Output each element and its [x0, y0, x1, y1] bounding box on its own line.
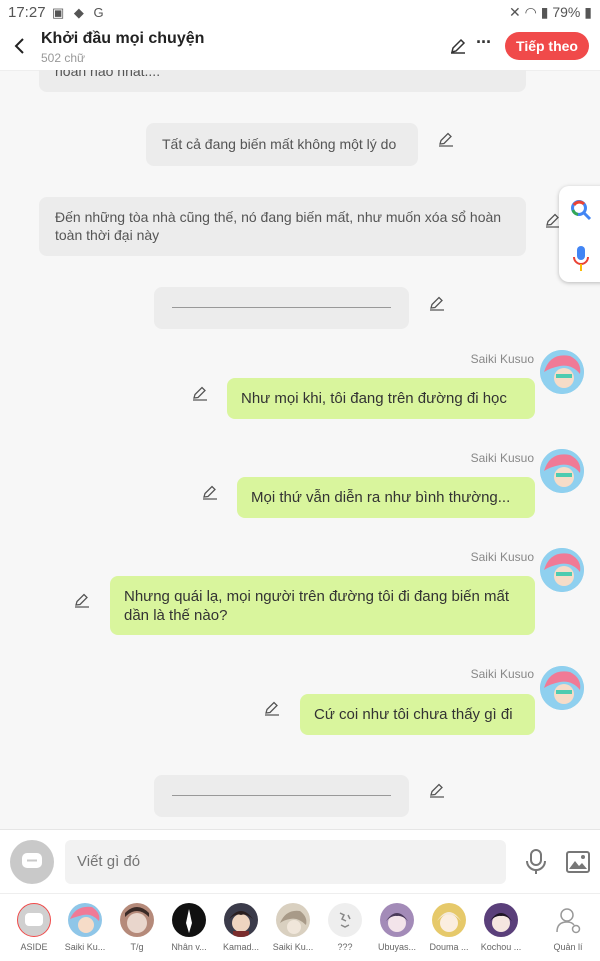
more-icon[interactable]: ···	[476, 32, 492, 53]
status-bar: 17:27 ▣ ◆ G ✕ ◠ ▮ 79% ▮	[0, 0, 600, 26]
floating-search-panel	[559, 186, 600, 282]
character-label: Kochou ...	[480, 942, 522, 952]
character-item-aside[interactable]: ASIDE	[10, 894, 58, 961]
character-avatar	[328, 903, 362, 937]
narration-bubble[interactable]: Tất cả đang biến mất không một lý do	[146, 123, 418, 166]
avatar[interactable]	[540, 548, 584, 592]
divider-bubble[interactable]	[154, 287, 409, 329]
character-avatar	[380, 903, 414, 937]
voice-search-icon[interactable]	[573, 246, 589, 272]
aside-avatar	[17, 903, 51, 937]
character-avatar	[276, 903, 310, 937]
character-avatar	[432, 903, 466, 937]
character-item-manage[interactable]: Quản lí	[544, 894, 592, 961]
google-search-icon[interactable]	[569, 198, 593, 222]
character-label: Kamad...	[222, 942, 260, 952]
image-gallery-icon[interactable]	[566, 851, 590, 873]
chat-area[interactable]: hoàn hảo nhất.... Tất cả đang biến mất k…	[0, 70, 600, 828]
character-label: Saiki Ku...	[272, 942, 314, 952]
narration-bubble[interactable]: hoàn hảo nhất....	[39, 70, 526, 92]
next-button[interactable]: Tiếp theo	[505, 32, 589, 60]
edit-icon[interactable]	[201, 483, 219, 501]
speaker-name: Saiki Kusuo	[470, 550, 534, 564]
avatar[interactable]	[540, 350, 584, 394]
wifi-icon: ◠	[524, 4, 537, 20]
edit-icon[interactable]	[428, 781, 446, 799]
narration-bubble[interactable]: Đến những tòa nhà cũng thế, nó đang biến…	[39, 197, 526, 256]
character-label: Douma ...	[429, 942, 469, 952]
dialogue-bubble[interactable]: Cứ coi như tôi chưa thấy gì đi	[300, 694, 535, 735]
character-item[interactable]: Saiki Ku...	[269, 894, 317, 961]
composer-bar	[0, 829, 600, 894]
edit-icon[interactable]	[448, 36, 468, 56]
status-notification-icons: ▣ ◆ G	[52, 5, 107, 20]
edit-icon[interactable]	[263, 699, 281, 717]
character-item[interactable]: Kamad...	[217, 894, 265, 961]
chat-bubble-icon	[25, 913, 43, 926]
page-title: Khởi đầu mọi chuyện	[41, 30, 205, 47]
avatar[interactable]	[540, 449, 584, 493]
word-count: 502 chữ	[41, 51, 86, 65]
dialogue-text: Cứ coi như tôi chưa thấy gì đi	[314, 706, 513, 723]
aside-toggle-button[interactable]	[10, 840, 54, 884]
signal-icon: ▮	[540, 4, 549, 20]
edit-icon[interactable]	[191, 384, 209, 402]
character-label: Nhân v...	[171, 942, 207, 952]
narration-text: Đến những tòa nhà cũng thế, nó đang biến…	[55, 209, 502, 243]
speaker-name: Saiki Kusuo	[470, 667, 534, 681]
character-item[interactable]: Nhân v...	[165, 894, 213, 961]
mute-icon: ✕	[509, 4, 521, 20]
character-label: Ubuyas...	[377, 942, 417, 952]
battery-percent: 79%	[552, 4, 581, 20]
character-item[interactable]: Douma ...	[425, 894, 473, 961]
top-bar: Khởi đầu mọi chuyện 502 chữ ··· Tiếp the…	[0, 26, 600, 71]
character-item[interactable]: T/g	[113, 894, 161, 961]
speaker-name: Saiki Kusuo	[470, 451, 534, 465]
avatar[interactable]	[540, 666, 584, 710]
character-item[interactable]: Kochou ...	[477, 894, 525, 961]
narration-text: hoàn hảo nhất....	[55, 70, 161, 79]
dialogue-text: Mọi thứ vẫn diễn ra như bình thường...	[251, 489, 511, 506]
character-avatar	[172, 903, 206, 937]
microphone-icon[interactable]	[524, 849, 548, 875]
character-bar: ASIDE Saiki Ku... T/g Nhân v... Kamad...…	[0, 893, 600, 961]
back-arrow-icon[interactable]	[8, 34, 32, 58]
dialogue-bubble[interactable]: Như mọi khi, tôi đang trên đường đi học	[227, 378, 535, 419]
character-label: Saiki Ku...	[64, 942, 106, 952]
divider-bubble[interactable]	[154, 775, 409, 817]
status-time: 17:27	[8, 4, 46, 21]
character-avatar	[68, 903, 102, 937]
dialogue-text: Nhưng quái lạ, mọi người trên đường tôi …	[124, 588, 510, 624]
message-input[interactable]	[65, 840, 506, 884]
speaker-name: Saiki Kusuo	[470, 352, 534, 366]
user-settings-icon	[556, 908, 581, 934]
character-label: T/g	[130, 942, 144, 952]
divider-line	[172, 795, 391, 796]
character-avatar	[484, 903, 518, 937]
character-item[interactable]: Saiki Ku...	[61, 894, 109, 961]
edit-icon[interactable]	[73, 591, 91, 609]
edit-icon[interactable]	[428, 294, 446, 312]
character-avatar	[120, 903, 154, 937]
dialogue-bubble[interactable]: Mọi thứ vẫn diễn ra như bình thường...	[237, 477, 535, 518]
character-item[interactable]: ???	[321, 894, 369, 961]
character-item[interactable]: Ubuyas...	[373, 894, 421, 961]
dialogue-bubble[interactable]: Nhưng quái lạ, mọi người trên đường tôi …	[110, 576, 535, 635]
chat-bubble-icon	[22, 853, 42, 868]
divider-line	[172, 307, 391, 308]
character-label: Quản lí	[553, 942, 583, 952]
status-right: ✕ ◠ ▮ 79% ▮	[509, 4, 592, 21]
character-label: ???	[337, 942, 353, 952]
edit-icon[interactable]	[437, 130, 455, 148]
narration-text: Tất cả đang biến mất không một lý do	[162, 136, 397, 152]
character-label: ASIDE	[20, 942, 48, 952]
character-avatar	[224, 903, 258, 937]
battery-icon: ▮	[584, 4, 592, 20]
dialogue-text: Như mọi khi, tôi đang trên đường đi học	[241, 390, 507, 407]
